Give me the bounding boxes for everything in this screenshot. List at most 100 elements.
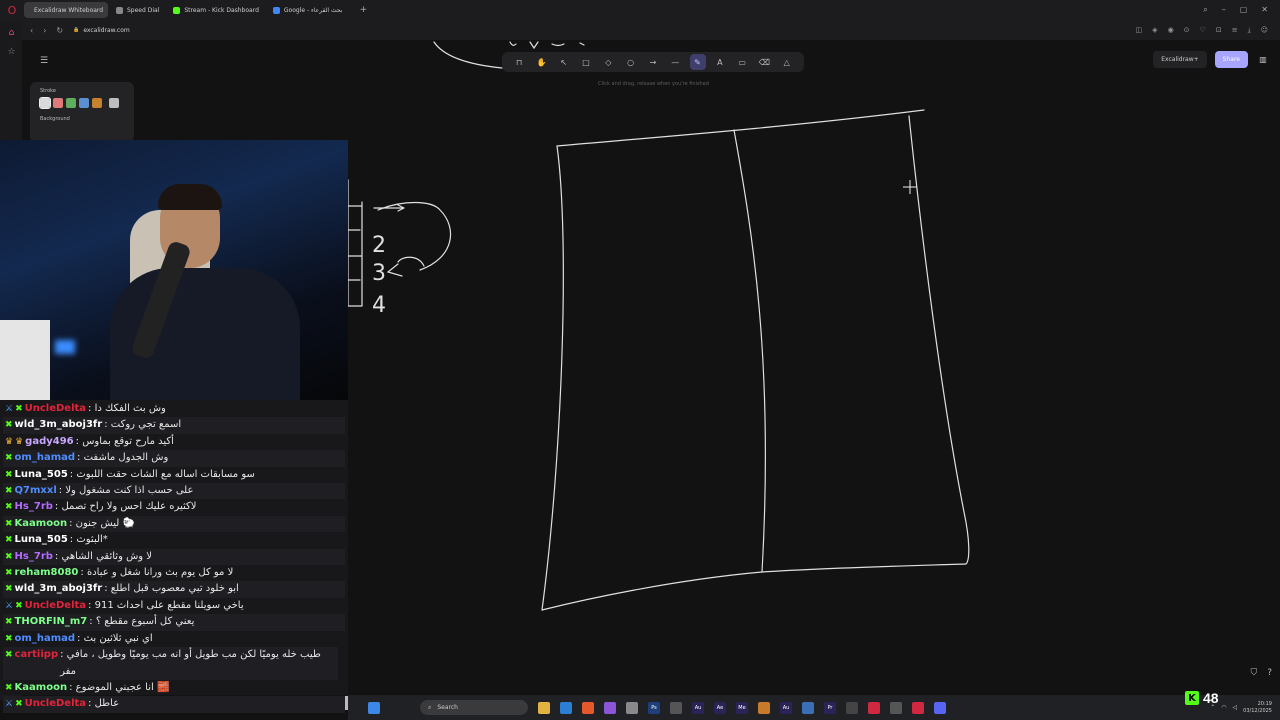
- more-tools-icon[interactable]: △: [779, 54, 795, 70]
- chat-username[interactable]: gady496: [25, 434, 73, 450]
- home-icon[interactable]: ⌂: [6, 28, 17, 39]
- chat-username[interactable]: Hs_7rb: [15, 549, 53, 565]
- heart-icon[interactable]: ♡: [1200, 26, 1206, 35]
- chat-username[interactable]: Kaamoon: [15, 680, 68, 696]
- profile-icon[interactable]: ☺: [1261, 26, 1268, 35]
- chat-username[interactable]: THORFIN_m7: [15, 614, 88, 630]
- chat-text: : اي نبي ثلاثين بث: [77, 632, 153, 644]
- maximize-icon[interactable]: ▢: [1240, 5, 1248, 15]
- tab-speed-dial[interactable]: Speed Dial: [110, 2, 165, 18]
- app-icon[interactable]: [758, 701, 770, 714]
- chat-username[interactable]: UncleDelta: [25, 401, 86, 417]
- selection-icon[interactable]: ↖: [556, 54, 572, 70]
- new-tab-icon[interactable]: +: [356, 5, 370, 15]
- snipping-icon[interactable]: [670, 701, 682, 714]
- audition-icon[interactable]: Au: [692, 701, 704, 714]
- after-effects-icon[interactable]: Ae: [714, 701, 726, 714]
- file-explorer-icon[interactable]: [538, 701, 550, 714]
- snapshot-icon[interactable]: ⊡: [1216, 26, 1222, 35]
- easy-setup-icon[interactable]: ≡: [1232, 26, 1238, 35]
- visual-studio-icon[interactable]: [604, 701, 616, 714]
- star-icon[interactable]: ☆: [6, 47, 17, 58]
- lock-icon[interactable]: ⊓: [511, 54, 527, 70]
- back-icon[interactable]: ‹: [30, 26, 33, 35]
- app4-icon[interactable]: [912, 701, 924, 714]
- sketch-number-4: 4: [372, 293, 386, 318]
- reload-icon[interactable]: ↻: [56, 26, 63, 35]
- url-field[interactable]: 🔒 excalidraw.com: [73, 27, 130, 34]
- chat-username[interactable]: cartiipp: [15, 647, 59, 663]
- screen: O Excalidraw Whiteboard Speed Dial Strea…: [0, 0, 1280, 720]
- chat-username[interactable]: om_hamad: [15, 631, 75, 647]
- stroke-swatch[interactable]: [66, 98, 76, 108]
- chat-username[interactable]: Luna_505: [15, 467, 68, 483]
- chat-message: ⚔ ✖ UncleDelta: ياخي سويلنا مقطع على احداث…: [3, 598, 345, 614]
- premiere-icon[interactable]: Pr: [824, 701, 836, 714]
- wifi-icon[interactable]: ◠: [1221, 704, 1226, 711]
- vscode-icon[interactable]: [560, 701, 572, 714]
- top-right-actions: Excalidraw+ Share ▥: [1153, 51, 1270, 68]
- obs-icon[interactable]: [890, 701, 902, 714]
- start-icon[interactable]: [368, 701, 380, 714]
- media-encoder-icon[interactable]: Me: [736, 701, 748, 714]
- arrow-icon[interactable]: →: [645, 54, 661, 70]
- image-icon[interactable]: ▭: [734, 54, 750, 70]
- forward-icon[interactable]: ›: [43, 26, 46, 35]
- brave-icon[interactable]: [582, 701, 594, 714]
- tab-kick-dashboard[interactable]: Stream - Kick Dashboard: [167, 2, 265, 18]
- chat-username[interactable]: Hs_7rb: [15, 499, 53, 515]
- calculator-icon[interactable]: [626, 701, 638, 714]
- pencil-icon[interactable]: ✎: [689, 54, 706, 70]
- chat-username[interactable]: Luna_505: [15, 532, 68, 548]
- text-icon[interactable]: A: [712, 54, 728, 70]
- clock[interactable]: 20:19 03/12/2025: [1243, 701, 1272, 715]
- camera-icon[interactable]: ◫: [1136, 26, 1143, 35]
- line-icon[interactable]: —: [667, 54, 683, 70]
- taskbar-search[interactable]: ⌕ Search: [420, 700, 528, 715]
- main-menu-button[interactable]: ☰: [34, 52, 54, 70]
- eraser-icon[interactable]: ⌫: [756, 54, 772, 70]
- shield-check-icon[interactable]: ⛉: [1250, 668, 1257, 678]
- chat-username[interactable]: wld_3m_aboj3fr: [15, 417, 103, 433]
- excalidraw-plus-button[interactable]: Excalidraw+: [1153, 51, 1207, 68]
- chat-username[interactable]: Q7mxxl: [15, 483, 57, 499]
- chat-username[interactable]: om_hamad: [15, 450, 75, 466]
- volume-icon[interactable]: ◁: [1233, 704, 1238, 711]
- vpn-icon[interactable]: ◉: [1168, 26, 1174, 35]
- chat-username[interactable]: reham8080: [15, 565, 79, 581]
- chat-username[interactable]: Kaamoon: [15, 516, 68, 532]
- diamond-icon[interactable]: ◇: [600, 54, 616, 70]
- stroke-swatch[interactable]: [53, 98, 63, 108]
- app3-icon[interactable]: [846, 701, 858, 714]
- download-icon[interactable]: ⤓: [1248, 26, 1251, 35]
- stroke-custom-swatch[interactable]: [109, 98, 119, 108]
- close-icon[interactable]: ✕: [1261, 5, 1268, 15]
- search-tabs-icon[interactable]: ⌕: [1203, 5, 1207, 15]
- hand-icon[interactable]: ✋: [533, 54, 549, 70]
- app2-icon[interactable]: [802, 701, 814, 714]
- chat-username[interactable]: UncleDelta: [25, 696, 86, 712]
- photoshop-icon[interactable]: Ps: [648, 701, 660, 714]
- tab-google[interactable]: Google - بحث القرعاء: [267, 2, 349, 18]
- share-button[interactable]: Share: [1214, 51, 1248, 68]
- chat-username[interactable]: UncleDelta: [25, 598, 86, 614]
- chat-username[interactable]: wld_3m_aboj3fr: [15, 581, 103, 597]
- ellipse-icon[interactable]: ○: [623, 54, 639, 70]
- tab-excalidraw[interactable]: Excalidraw Whiteboard: [24, 2, 108, 18]
- clock-date: 03/12/2025: [1243, 707, 1272, 714]
- audition-2-icon[interactable]: Au: [780, 701, 792, 714]
- library-icon[interactable]: ▥: [1256, 55, 1270, 64]
- stroke-swatch[interactable]: [92, 98, 102, 108]
- stroke-swatch[interactable]: [39, 97, 51, 109]
- minimize-icon[interactable]: –: [1222, 5, 1226, 15]
- discord-icon[interactable]: [934, 701, 946, 714]
- opera-icon[interactable]: [868, 701, 880, 714]
- background-label: Background: [40, 116, 70, 122]
- rectangle-icon[interactable]: □: [578, 54, 594, 70]
- search-icon: ⌕: [428, 703, 432, 711]
- help-icon[interactable]: ?: [1267, 668, 1272, 678]
- shield-icon[interactable]: ◈: [1152, 26, 1157, 35]
- pin-icon[interactable]: ⊙: [1184, 26, 1190, 35]
- stroke-swatch[interactable]: [79, 98, 89, 108]
- opera-menu-icon[interactable]: O: [0, 0, 24, 20]
